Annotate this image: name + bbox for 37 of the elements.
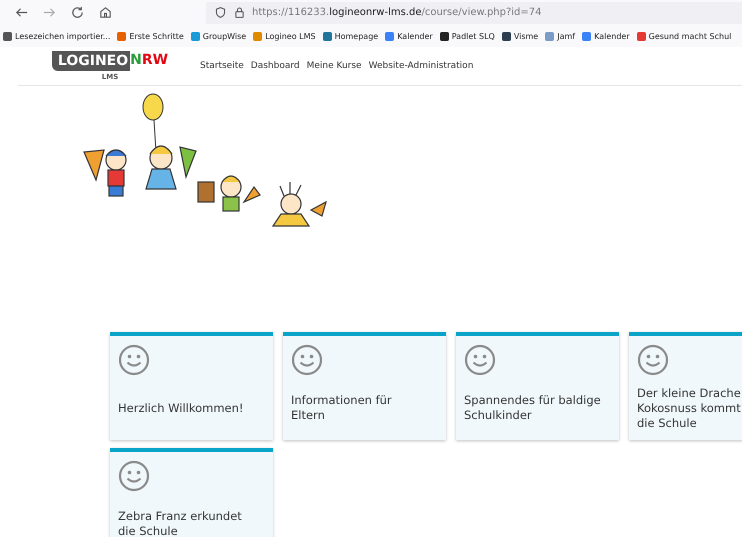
course-card[interactable]: Informationen für Eltern	[283, 332, 446, 440]
bookmark-link[interactable]: Visme	[502, 32, 538, 40]
logo-text: LOGINEO	[52, 51, 130, 71]
bookmark-link[interactable]: Gesund macht Schul	[636, 32, 732, 40]
home-icon[interactable]	[98, 5, 113, 20]
smiley-icon	[291, 344, 323, 376]
course-title: Spannendes für baldige Schulkinder	[464, 392, 602, 424]
bookmark-link[interactable]: GroupWise	[190, 32, 246, 40]
nav-link[interactable]: Dashboard	[250, 61, 300, 71]
course-card[interactable]: Der kleine Drache Kokosnuss kommt die Schule	[629, 332, 742, 440]
bookmark-link[interactable]: Jamf	[545, 32, 576, 40]
bookmark-link[interactable]: Kalender	[582, 32, 630, 40]
smiley-icon	[118, 460, 150, 492]
course-card[interactable]: Zebra Franz erkundet die Schule	[110, 448, 273, 537]
reload-icon[interactable]	[70, 5, 85, 20]
bookmark-link[interactable]: Logineo LMS	[253, 32, 316, 40]
lock-icon	[233, 6, 246, 19]
nav-link[interactable]: Meine Kurse	[306, 61, 362, 71]
shield-icon	[214, 6, 227, 19]
course-title: Der kleine Drache Kokosnuss kommt die Schule	[637, 384, 742, 432]
nav-link[interactable]: Website-Administration	[368, 61, 474, 71]
course-title: Zebra Franz erkundet die Schule	[118, 508, 243, 537]
bookmark-link[interactable]: Lesezeichen importier...	[3, 32, 110, 40]
smiley-icon	[637, 344, 669, 376]
url-text: https://116233.logineonrw-lms.de/course/view.php?id=74	[252, 7, 542, 18]
course-card[interactable]: Herzlich Willkommen!	[110, 332, 273, 440]
smiley-icon	[464, 344, 496, 376]
course-card[interactable]: Spannendes für baldige Schulkinder	[456, 332, 619, 440]
course-title: Herzlich Willkommen!	[118, 400, 245, 416]
course-title: Informationen für Eltern	[291, 392, 393, 424]
bookmark-link[interactable]: Kalender	[385, 32, 433, 40]
bookmark-link[interactable]: Homepage	[322, 32, 378, 40]
bookmark-link[interactable]: Erste Schritte	[117, 32, 184, 40]
bookmark-link[interactable]: Padlet SLQ	[440, 32, 495, 40]
address-bar[interactable]: https://116233.logineonrw-lms.de/course/view.php?id=74	[206, 2, 742, 24]
smiley-icon	[118, 344, 150, 376]
nav-link[interactable]: Startseite	[200, 61, 244, 71]
